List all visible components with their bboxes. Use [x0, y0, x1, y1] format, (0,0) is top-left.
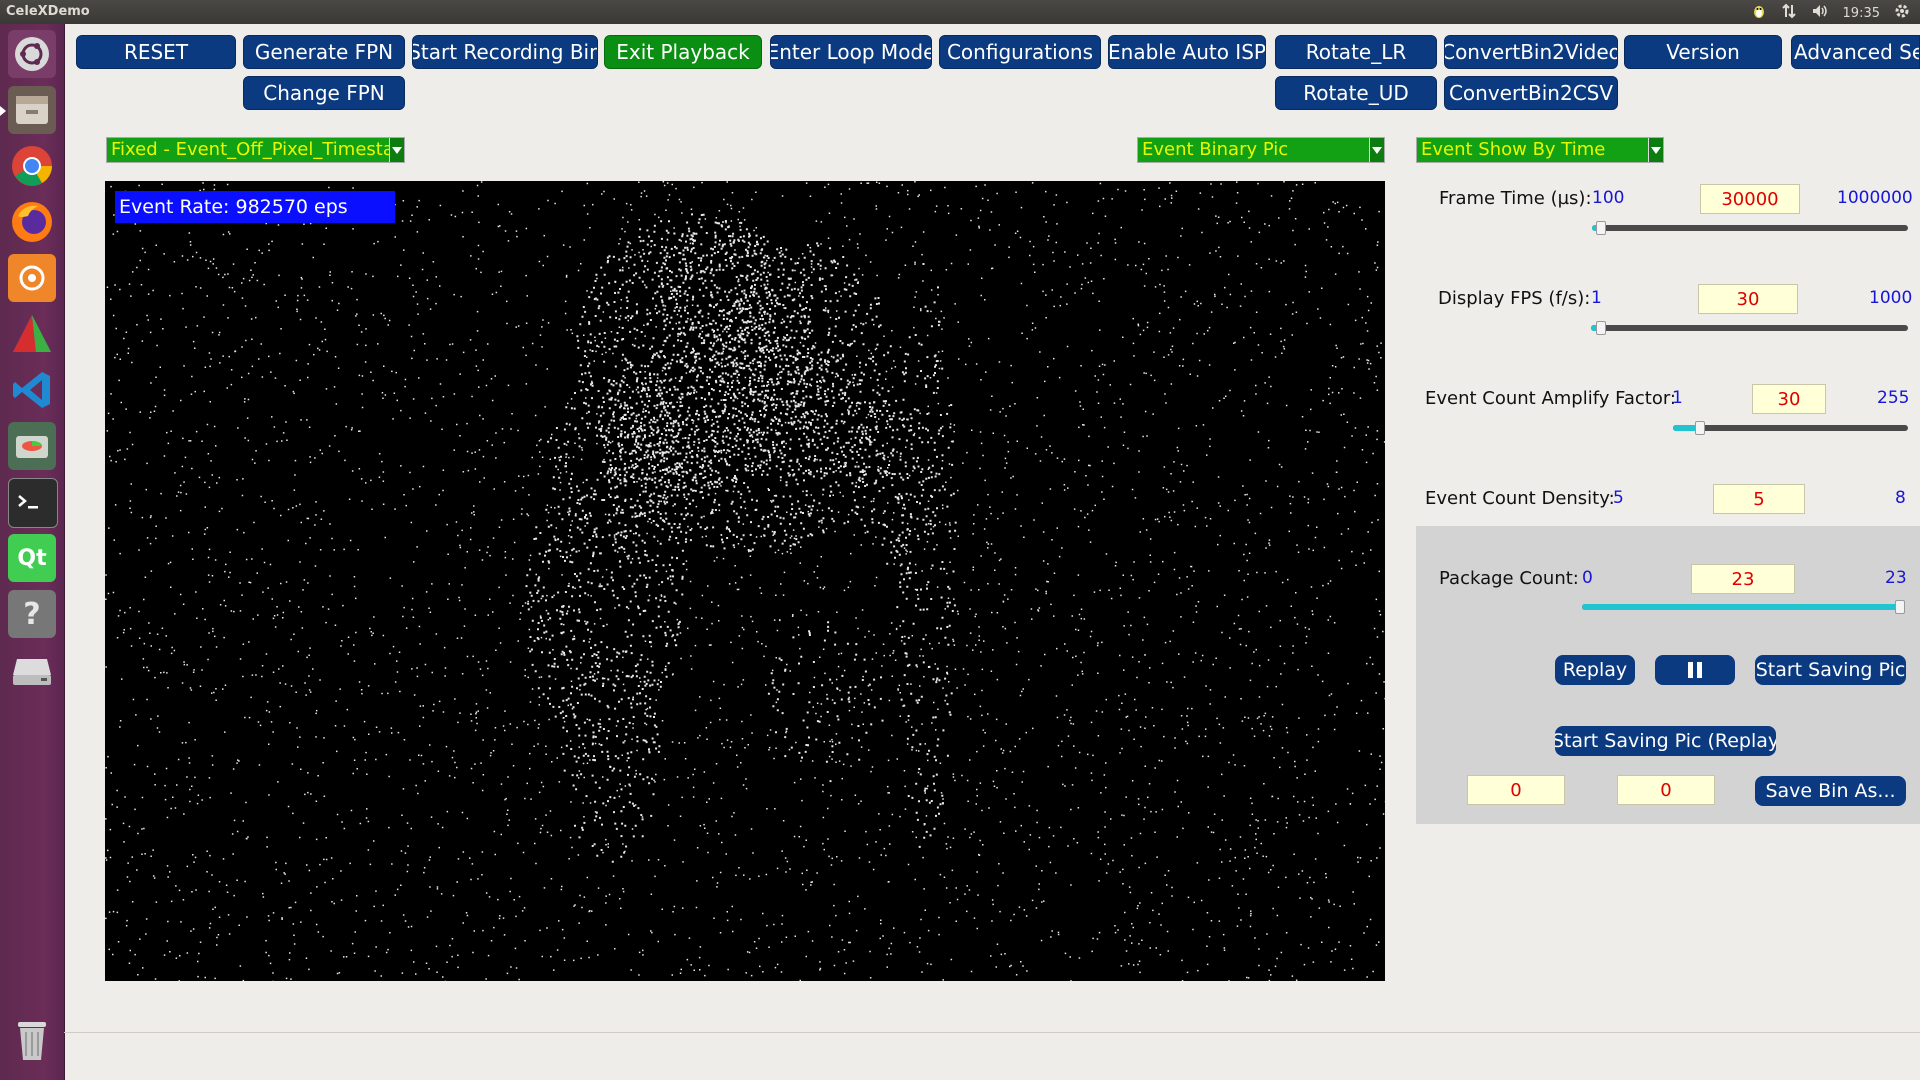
enter-loop-mode-button[interactable]: Enter Loop Mode	[770, 35, 932, 69]
display-fps-input[interactable]: 30	[1698, 284, 1798, 314]
density-input[interactable]: 5	[1713, 484, 1805, 514]
event-pixels	[105, 181, 1385, 981]
cmake-icon[interactable]	[8, 310, 56, 358]
amplify-factor-input[interactable]: 30	[1752, 384, 1826, 414]
slider-handle[interactable]	[1595, 321, 1606, 335]
configurations-button[interactable]: Configurations	[939, 35, 1101, 69]
pic-type-select-value: Event Binary Pic	[1142, 139, 1289, 160]
trash-icon[interactable]	[8, 1016, 56, 1064]
package-count-input[interactable]: 23	[1691, 564, 1795, 594]
drive-icon[interactable]	[8, 646, 56, 694]
disk-usage-icon[interactable]	[8, 422, 56, 470]
start-recording-bin-button[interactable]: Start Recording Bin	[412, 35, 598, 69]
generate-fpn-button[interactable]: Generate FPN	[243, 35, 405, 69]
show-mode-select[interactable]: Event Show By Time	[1416, 137, 1664, 163]
pause-button[interactable]	[1655, 655, 1735, 685]
event-rate-label: Event Rate: 982570 eps	[115, 191, 395, 223]
reset-button[interactable]: RESET	[76, 35, 236, 69]
slider-handle[interactable]	[1694, 421, 1705, 435]
pic-type-select[interactable]: Event Binary Pic	[1137, 137, 1385, 163]
help-icon[interactable]: ?	[8, 590, 56, 638]
saved-count-a[interactable]: 0	[1467, 775, 1565, 805]
mode-select-value: Fixed - Event_Off_Pixel_Timestar	[111, 139, 402, 160]
show-mode-select-value: Event Show By Time	[1421, 139, 1606, 160]
slider-handle[interactable]	[1895, 600, 1905, 614]
volume-icon[interactable]	[1811, 3, 1829, 23]
frame-time-slider[interactable]	[1592, 221, 1908, 235]
status-bar	[64, 1032, 1920, 1033]
ubuntu-software-icon[interactable]	[8, 254, 56, 302]
convert-bin2video-button[interactable]: ConvertBin2Video	[1444, 35, 1618, 69]
rotate-lr-button[interactable]: Rotate_LR	[1275, 35, 1437, 69]
package-count-slider[interactable]	[1582, 600, 1905, 614]
saved-count-b[interactable]: 0	[1617, 775, 1715, 805]
save-bin-as-button[interactable]: Save Bin As...	[1755, 776, 1906, 806]
window-title: CeleXDemo	[6, 4, 90, 19]
start-saving-pic-button[interactable]: Start Saving Pic	[1755, 655, 1906, 685]
frame-time-min: 100	[1592, 188, 1625, 208]
replay-button[interactable]: Replay	[1555, 655, 1635, 685]
vscode-icon[interactable]	[8, 366, 56, 414]
change-fpn-button[interactable]: Change FPN	[243, 76, 405, 110]
pause-icon	[1688, 662, 1702, 678]
gear-icon[interactable]	[1894, 3, 1910, 23]
package-count-min: 0	[1582, 568, 1593, 588]
event-display: Event Rate: 982570 eps	[105, 181, 1385, 981]
amplify-factor-min: 1	[1672, 388, 1683, 408]
input-method-icon[interactable]	[1751, 3, 1767, 23]
version-button[interactable]: Version	[1624, 35, 1782, 69]
system-tray: 19:35	[1751, 3, 1910, 23]
enable-auto-isp-button[interactable]: Enable Auto ISP	[1108, 35, 1266, 69]
amplify-factor-label: Event Count Amplify Factor:	[1425, 388, 1676, 409]
density-max: 8	[1895, 488, 1906, 508]
firefox-icon[interactable]	[8, 198, 56, 246]
network-icon[interactable]	[1781, 3, 1797, 23]
terminal-icon[interactable]	[8, 478, 58, 528]
chevron-down-icon[interactable]	[389, 138, 404, 162]
display-fps-label: Display FPS (f/s):	[1438, 288, 1591, 309]
display-fps-slider[interactable]	[1591, 321, 1908, 335]
mode-select[interactable]: Fixed - Event_Off_Pixel_Timestar	[106, 137, 405, 163]
files-icon[interactable]	[0, 86, 56, 134]
frame-time-input[interactable]: 30000	[1700, 184, 1800, 214]
start-saving-pic-replay-button[interactable]: Start Saving Pic (Replay	[1555, 726, 1776, 756]
package-count-max: 23	[1885, 568, 1907, 588]
frame-time-max: 1000000	[1837, 188, 1913, 208]
package-count-label: Package Count:	[1439, 568, 1579, 589]
exit-playback-button[interactable]: Exit Playback	[604, 35, 762, 69]
top-panel: CeleXDemo 19:35	[0, 0, 1920, 24]
convert-bin2csv-button[interactable]: ConvertBin2CSV	[1444, 76, 1618, 110]
density-min: 5	[1613, 488, 1624, 508]
event-image	[105, 181, 1385, 981]
display-fps-min: 1	[1591, 288, 1602, 308]
slider-handle[interactable]	[1596, 221, 1607, 235]
density-label: Event Count Density:	[1425, 488, 1615, 509]
chevron-down-icon[interactable]	[1648, 138, 1663, 162]
amplify-factor-max: 255	[1877, 388, 1910, 408]
qt-creator-icon[interactable]: Qt	[8, 534, 56, 582]
rotate-ud-button[interactable]: Rotate_UD	[1275, 76, 1437, 110]
chrome-icon[interactable]	[8, 142, 56, 190]
frame-time-label: Frame Time (µs):	[1439, 188, 1592, 209]
advanced-settings-button[interactable]: Advanced Set	[1791, 35, 1920, 69]
display-fps-max: 1000	[1869, 288, 1913, 308]
amplify-factor-slider[interactable]	[1673, 421, 1908, 435]
ubuntu-logo-icon[interactable]	[8, 30, 56, 78]
chevron-down-icon[interactable]	[1369, 138, 1384, 162]
clock[interactable]: 19:35	[1843, 6, 1880, 21]
launcher: Qt ?	[0, 24, 65, 1080]
